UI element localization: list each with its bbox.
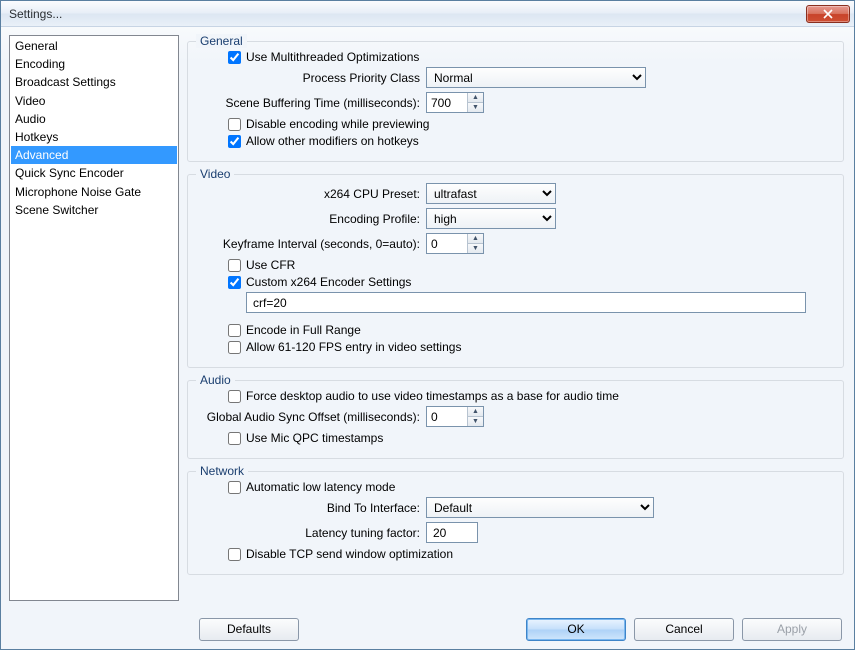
- sidebar-item-advanced[interactable]: Advanced: [11, 146, 177, 164]
- lbl-multithreaded: Use Multithreaded Optimizations: [246, 50, 419, 64]
- combo-preset[interactable]: ultrafast: [426, 183, 556, 204]
- lbl-force-ts: Force desktop audio to use video timesta…: [246, 389, 619, 403]
- sidebar-item-sceneswitcher[interactable]: Scene Switcher: [11, 201, 177, 219]
- spin-buffer-input[interactable]: [427, 93, 467, 112]
- titlebar: Settings...: [1, 1, 854, 27]
- lbl-preset: x264 CPU Preset:: [198, 187, 426, 201]
- lbl-auto-low: Automatic low latency mode: [246, 480, 395, 494]
- sidebar-item-broadcast[interactable]: Broadcast Settings: [11, 73, 177, 91]
- lbl-disable-tcp: Disable TCP send window optimization: [246, 547, 453, 561]
- lbl-full-range: Encode in Full Range: [246, 323, 361, 337]
- spin-down-icon[interactable]: ▼: [468, 417, 483, 426]
- spin-keyframe[interactable]: ▲▼: [426, 233, 484, 254]
- spin-sync-input[interactable]: [427, 407, 467, 426]
- ok-button[interactable]: OK: [526, 618, 626, 641]
- chk-allow-modifiers[interactable]: [228, 135, 241, 148]
- lbl-profile: Encoding Profile:: [198, 212, 426, 226]
- spin-buffer[interactable]: ▲▼: [426, 92, 484, 113]
- spin-up-icon[interactable]: ▲: [468, 93, 483, 103]
- cancel-button[interactable]: Cancel: [634, 618, 734, 641]
- chk-auto-low[interactable]: [228, 481, 241, 494]
- combo-bind[interactable]: Default: [426, 497, 654, 518]
- window-title: Settings...: [9, 7, 806, 21]
- lbl-latency: Latency tuning factor:: [198, 526, 426, 540]
- group-audio: Audio Force desktop audio to use video t…: [187, 380, 844, 459]
- chk-multithreaded[interactable]: [228, 51, 241, 64]
- sidebar-item-noisegate[interactable]: Microphone Noise Gate: [11, 183, 177, 201]
- combo-profile[interactable]: high: [426, 208, 556, 229]
- lbl-mic-qpc: Use Mic QPC timestamps: [246, 431, 383, 445]
- chk-force-ts[interactable]: [228, 390, 241, 403]
- footer: Defaults OK Cancel Apply: [1, 609, 854, 649]
- chk-custom-x264[interactable]: [228, 276, 241, 289]
- lbl-priority: Process Priority Class: [198, 71, 426, 85]
- lbl-bind: Bind To Interface:: [198, 501, 426, 515]
- lbl-sync: Global Audio Sync Offset (milliseconds):: [198, 410, 426, 424]
- sidebar-item-video[interactable]: Video: [11, 92, 177, 110]
- input-custom-x264[interactable]: [246, 292, 806, 313]
- apply-button[interactable]: Apply: [742, 618, 842, 641]
- lbl-disable-preview: Disable encoding while previewing: [246, 117, 429, 131]
- sidebar: General Encoding Broadcast Settings Vide…: [9, 35, 179, 601]
- group-network-legend: Network: [196, 464, 248, 478]
- close-button[interactable]: [806, 5, 850, 23]
- chk-full-range[interactable]: [228, 324, 241, 337]
- group-video-legend: Video: [196, 167, 234, 181]
- chk-disable-preview[interactable]: [228, 118, 241, 131]
- close-icon: [823, 9, 833, 19]
- group-general: General Use Multithreaded Optimizations …: [187, 41, 844, 162]
- spin-up-icon[interactable]: ▲: [468, 234, 483, 244]
- lbl-allow-fps: Allow 61-120 FPS entry in video settings: [246, 340, 461, 354]
- spin-down-icon[interactable]: ▼: [468, 244, 483, 253]
- spin-keyframe-input[interactable]: [427, 234, 467, 253]
- sidebar-item-general[interactable]: General: [11, 37, 177, 55]
- chk-allow-fps[interactable]: [228, 341, 241, 354]
- combo-priority[interactable]: Normal: [426, 67, 646, 88]
- chk-disable-tcp[interactable]: [228, 548, 241, 561]
- lbl-keyframe: Keyframe Interval (seconds, 0=auto):: [198, 237, 426, 251]
- lbl-buffer: Scene Buffering Time (milliseconds):: [198, 96, 426, 110]
- sidebar-item-encoding[interactable]: Encoding: [11, 55, 177, 73]
- sidebar-item-hotkeys[interactable]: Hotkeys: [11, 128, 177, 146]
- group-audio-legend: Audio: [196, 373, 235, 387]
- chk-mic-qpc[interactable]: [228, 432, 241, 445]
- chk-cfr[interactable]: [228, 259, 241, 272]
- sidebar-item-quicksync[interactable]: Quick Sync Encoder: [11, 164, 177, 182]
- lbl-custom-x264: Custom x264 Encoder Settings: [246, 275, 411, 289]
- lbl-cfr: Use CFR: [246, 258, 295, 272]
- defaults-button[interactable]: Defaults: [199, 618, 299, 641]
- sidebar-item-audio[interactable]: Audio: [11, 110, 177, 128]
- group-network: Network Automatic low latency mode Bind …: [187, 471, 844, 575]
- spin-up-icon[interactable]: ▲: [468, 407, 483, 417]
- input-latency[interactable]: [426, 522, 478, 543]
- group-video: Video x264 CPU Preset: ultrafast Encodin…: [187, 174, 844, 368]
- spin-down-icon[interactable]: ▼: [468, 103, 483, 112]
- spin-sync[interactable]: ▲▼: [426, 406, 484, 427]
- group-general-legend: General: [196, 34, 247, 48]
- lbl-allow-modifiers: Allow other modifiers on hotkeys: [246, 134, 419, 148]
